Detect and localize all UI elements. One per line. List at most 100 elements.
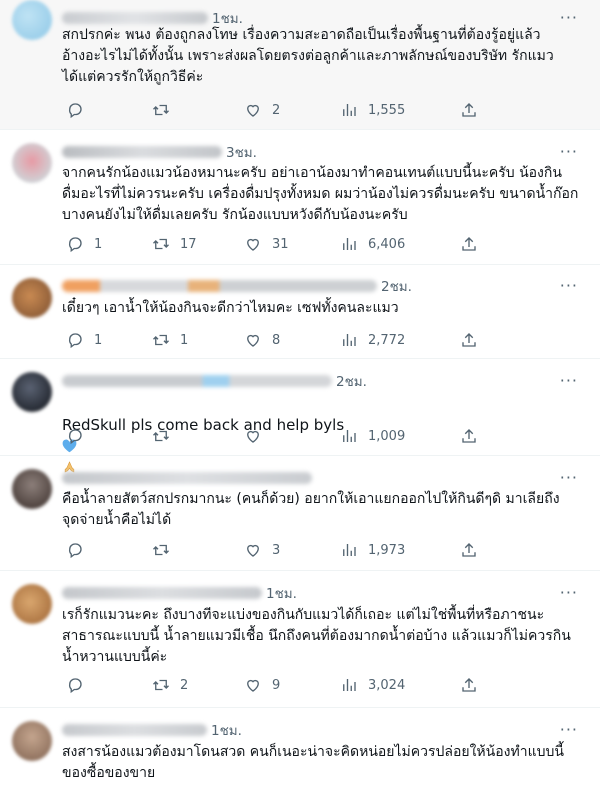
share-button[interactable] [460, 426, 478, 446]
username-blurred[interactable] [62, 724, 207, 736]
tweet-header: 1ชม. ··· [62, 720, 588, 740]
share-button[interactable] [460, 540, 478, 560]
like-count: 8 [272, 332, 281, 348]
tweet-header: 1ชม. ··· [62, 583, 588, 603]
avatar[interactable] [12, 143, 52, 183]
views-count: 6,406 [368, 236, 406, 252]
views-count: 2,772 [368, 332, 406, 348]
retweet-icon [153, 679, 169, 691]
tweet-time[interactable]: 2ชม. [381, 275, 412, 297]
username-blurred[interactable] [62, 472, 312, 484]
share-button[interactable] [460, 330, 478, 350]
retweet-button[interactable] [152, 540, 180, 560]
like-icon [247, 238, 259, 251]
reply-feed: 1ชม. ··· สกปรกค่ะ พนง ต้องถูกลงโทษ เรื่อ… [0, 0, 600, 793]
reply-button[interactable] [66, 426, 94, 446]
reply-button[interactable]: 1 [66, 234, 102, 254]
share-button[interactable] [460, 100, 478, 120]
avatar[interactable] [12, 278, 52, 318]
avatar[interactable] [12, 0, 52, 40]
tweet-time[interactable]: 1ชม. [211, 719, 242, 741]
more-icon[interactable]: ··· [560, 371, 578, 390]
like-button[interactable] [244, 426, 272, 446]
views-button[interactable]: 3,024 [340, 675, 405, 695]
share-icon [462, 333, 476, 347]
avatar[interactable] [12, 372, 52, 412]
retweet-button[interactable]: 1 [152, 330, 188, 350]
more-icon[interactable]: ··· [560, 142, 578, 161]
reply-tweet[interactable]: 1ชม. ··· สกปรกค่ะ พนง ต้องถูกลงโทษ เรื่อ… [0, 0, 600, 130]
retweet-count: 1 [180, 332, 189, 348]
tweet-actions: 1 1 8 2,772 [62, 330, 580, 350]
views-icon [343, 430, 356, 442]
like-icon [247, 544, 259, 557]
like-button[interactable]: 3 [244, 540, 280, 560]
retweet-button[interactable]: 17 [152, 234, 197, 254]
reply-count: 1 [94, 332, 103, 348]
views-button[interactable]: 6,406 [340, 234, 405, 254]
share-icon [462, 237, 476, 251]
reply-tweet[interactable]: 1ชม. ··· เรก็รักแมวนะคะ ถึงบางทีจะแบ่งขอ… [0, 571, 600, 708]
avatar[interactable] [12, 584, 52, 624]
reply-tweet[interactable]: 2ชม. ··· RedSkull pls come back and help… [0, 359, 600, 473]
more-icon[interactable]: ··· [560, 276, 578, 295]
username-blurred[interactable] [62, 280, 377, 292]
reply-button[interactable]: 1 [66, 330, 102, 350]
retweet-icon [153, 334, 169, 346]
username-blurred[interactable] [62, 146, 222, 158]
share-button[interactable] [460, 675, 478, 695]
username-blurred[interactable] [62, 375, 332, 387]
tweet-actions: 2 1,555 [62, 100, 580, 120]
share-icon [462, 543, 476, 557]
tweet-header: ··· [62, 468, 588, 488]
views-button[interactable]: 1,555 [340, 100, 405, 120]
reply-button[interactable] [66, 100, 94, 120]
share-button[interactable] [460, 234, 478, 254]
like-button[interactable]: 2 [244, 100, 280, 120]
avatar[interactable] [12, 469, 52, 509]
retweet-icon [153, 104, 169, 116]
retweet-button[interactable]: 2 [152, 675, 188, 695]
like-count: 9 [272, 677, 281, 693]
tweet-header: 2ชม. ··· [62, 371, 588, 391]
views-button[interactable]: 1,009 [340, 426, 405, 446]
views-icon [343, 544, 356, 556]
reply-icon [68, 429, 82, 445]
reply-button[interactable] [66, 540, 94, 560]
tweet-actions: 3 1,973 [62, 540, 580, 560]
reply-tweet[interactable]: ··· คือน้ำลายสัตว์สกปรกมากนะ (คนก็ด้วย) … [0, 456, 600, 571]
views-button[interactable]: 1,973 [340, 540, 405, 560]
retweet-button[interactable] [152, 100, 180, 120]
like-button[interactable]: 9 [244, 675, 280, 695]
retweet-button[interactable] [152, 426, 180, 446]
retweet-count: 2 [180, 677, 189, 693]
more-icon[interactable]: ··· [560, 468, 578, 487]
like-icon [247, 430, 259, 443]
views-icon [343, 104, 356, 116]
reply-button[interactable] [66, 675, 94, 695]
username-blurred[interactable] [62, 587, 262, 599]
username-blurred[interactable] [62, 12, 208, 24]
like-button[interactable]: 31 [244, 234, 289, 254]
reply-tweet[interactable]: 2ชม. ··· เดี๋ยวๆ เอาน้ำให้น้องกินจะดีกว่… [0, 265, 600, 359]
reply-icon [68, 543, 82, 559]
reply-tweet[interactable]: 1ชม. ··· สงสารน้องแมวต้องมาโดนสวด คนก็เน… [0, 708, 600, 793]
more-icon[interactable]: ··· [560, 583, 578, 602]
more-icon[interactable]: ··· [560, 720, 578, 739]
avatar[interactable] [12, 721, 52, 761]
tweet-actions: 2 9 3,024 [62, 675, 580, 695]
views-icon [343, 334, 356, 346]
views-button[interactable]: 2,772 [340, 330, 405, 350]
tweet-time[interactable]: 3ชม. [226, 141, 257, 163]
views-count: 1,555 [368, 102, 406, 118]
tweet-time[interactable]: 1ชม. [266, 582, 297, 604]
reply-icon [68, 333, 82, 349]
tweet-text: เรก็รักแมวนะคะ ถึงบางทีจะแบ่งของกินกับแม… [62, 607, 571, 665]
like-button[interactable]: 8 [244, 330, 280, 350]
reply-tweet[interactable]: 3ชม. ··· จากคนรักน้องแมวน้องหมานะครับ อย… [0, 130, 600, 265]
retweet-count: 17 [180, 236, 197, 252]
tweet-time[interactable]: 2ชม. [336, 370, 367, 392]
tweet-text: คือน้ำลายสัตว์สกปรกมากนะ (คนก็ด้วย) อยาก… [62, 491, 560, 528]
share-icon [462, 678, 476, 692]
views-icon [343, 679, 356, 691]
